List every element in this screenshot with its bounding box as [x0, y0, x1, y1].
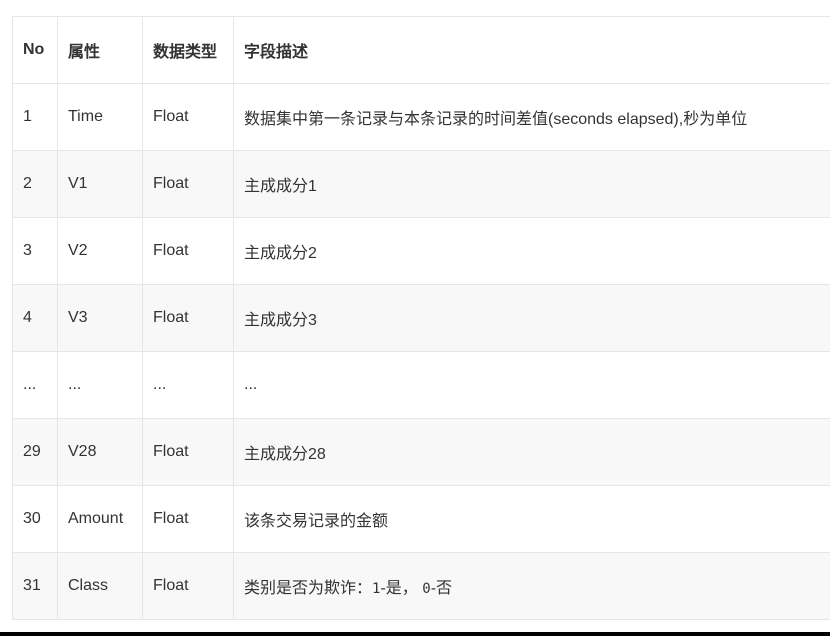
- field-table: No 属性 数据类型 字段描述 1 Time Float 数据集中第一条记录与本条记录…: [12, 16, 830, 620]
- cell-no: 1: [12, 83, 58, 151]
- header-no: No: [12, 16, 58, 84]
- cell-description: 主成成分1: [233, 150, 830, 218]
- cell-data-type: Float: [142, 485, 234, 553]
- cell-attribute: V3: [57, 284, 143, 352]
- cell-attribute: Amount: [57, 485, 143, 553]
- cell-description: 该条交易记录的金额: [233, 485, 830, 553]
- cell-attribute: V1: [57, 150, 143, 218]
- cell-description: ...: [233, 351, 830, 419]
- cell-description: 主成成分28: [233, 418, 830, 486]
- cell-no: 3: [12, 217, 58, 285]
- cell-attribute: ...: [57, 351, 143, 419]
- cell-no: 29: [12, 418, 58, 486]
- cell-description: 主成成分2: [233, 217, 830, 285]
- cell-data-type: Float: [142, 418, 234, 486]
- cell-description: 主成成分3: [233, 284, 830, 352]
- cell-attribute: V2: [57, 217, 143, 285]
- table-row: 4 V3 Float 主成成分3: [12, 284, 830, 352]
- cell-attribute: Class: [57, 552, 143, 620]
- label-1: -是，: [380, 580, 418, 597]
- cell-attribute: Time: [57, 83, 143, 151]
- code-0: 0: [422, 581, 431, 597]
- table-row: 1 Time Float 数据集中第一条记录与本条记录的时间差值(seconds el…: [12, 83, 830, 151]
- table-row: 31 Class Float 类别是否为欺诈：1-是， 0-否: [12, 552, 830, 620]
- desc-prefix: 类别是否为欺诈：: [244, 580, 373, 597]
- cell-description: 数据集中第一条记录与本条记录的时间差值(seconds elapsed),秒为单…: [233, 83, 830, 151]
- table-header-row: No 属性 数据类型 字段描述: [12, 16, 830, 84]
- header-attribute: 属性: [57, 16, 143, 84]
- cell-no: 31: [12, 552, 58, 620]
- cell-no: 30: [12, 485, 58, 553]
- table-row: 3 V2 Float 主成成分2: [12, 217, 830, 285]
- header-data-type: 数据类型: [142, 16, 234, 84]
- bottom-divider: [0, 632, 830, 636]
- cell-no: 2: [12, 150, 58, 218]
- cell-data-type: Float: [142, 217, 234, 285]
- label-0: -否: [430, 580, 453, 597]
- table-row: 2 V1 Float 主成成分1: [12, 150, 830, 218]
- header-description: 字段描述: [233, 16, 830, 84]
- cell-data-type: Float: [142, 83, 234, 151]
- cell-no: ...: [12, 351, 58, 419]
- cell-data-type: Float: [142, 552, 234, 620]
- cell-data-type: Float: [142, 284, 234, 352]
- cell-attribute: V28: [57, 418, 143, 486]
- cell-data-type: ...: [142, 351, 234, 419]
- cell-no: 4: [12, 284, 58, 352]
- table-row: ............: [12, 351, 830, 419]
- cell-description: 类别是否为欺诈：1-是， 0-否: [233, 552, 830, 620]
- cell-data-type: Float: [142, 150, 234, 218]
- table-row: 30 Amount Float 该条交易记录的金额: [12, 485, 830, 553]
- table-row: 29 V28 Float 主成成分28: [12, 418, 830, 486]
